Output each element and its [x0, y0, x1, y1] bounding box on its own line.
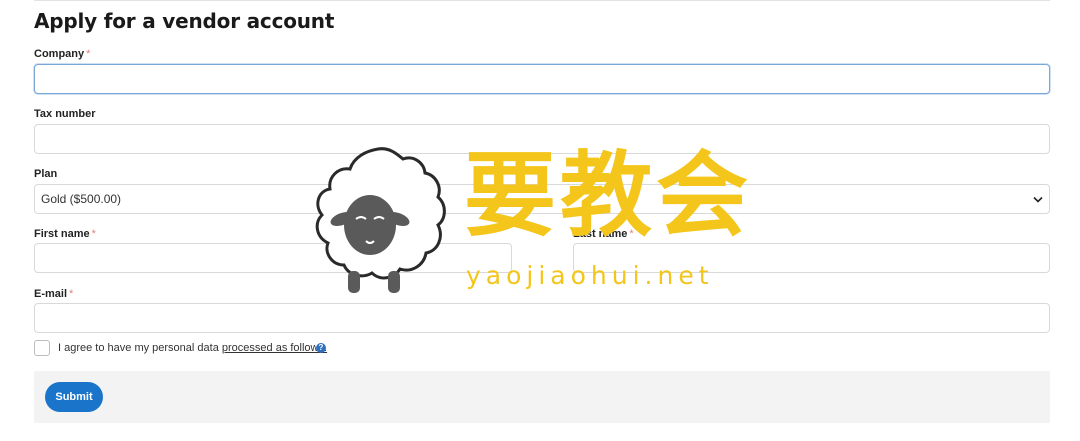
top-divider	[34, 0, 1050, 1]
agree-text-label: I agree to have my personal data	[58, 342, 219, 354]
required-marker: *	[629, 228, 634, 240]
submit-button[interactable]: Submit	[45, 382, 103, 412]
first-name-label: First name *	[34, 228, 96, 240]
tax-number-label: Tax number	[34, 108, 96, 120]
email-label-text: E-mail	[34, 288, 68, 300]
plan-selected-value: Gold ($500.00)	[41, 192, 122, 206]
sheep-icon	[315, 147, 446, 293]
page-title: Apply for a vendor account	[34, 9, 335, 33]
agree-checkbox[interactable]	[34, 340, 50, 356]
last-name-label: Last name *	[573, 228, 634, 240]
tax-number-label-text: Tax number	[34, 108, 96, 120]
form-footer	[34, 371, 1050, 423]
required-marker: *	[91, 228, 96, 240]
first-name-input[interactable]	[34, 243, 512, 273]
email-label: E-mail *	[34, 288, 73, 300]
company-label: Company *	[34, 48, 90, 60]
last-name-label-text: Last name	[573, 228, 628, 240]
plan-select[interactable]: Gold ($500.00)	[34, 184, 1050, 214]
chevron-down-icon	[1033, 185, 1043, 213]
company-input[interactable]	[34, 64, 1050, 94]
watermark: 要教会 yaojiaohui.net	[308, 145, 758, 305]
required-marker: *	[86, 48, 91, 60]
info-icon[interactable]: ?	[316, 343, 326, 353]
required-marker: *	[69, 288, 74, 300]
tax-number-input[interactable]	[34, 124, 1050, 154]
company-label-text: Company	[34, 48, 85, 60]
first-name-label-text: First name	[34, 228, 90, 240]
plan-label: Plan	[34, 168, 57, 180]
plan-label-text: Plan	[34, 168, 58, 180]
email-input[interactable]	[34, 303, 1050, 333]
privacy-policy-link[interactable]: processed as follows.	[222, 342, 327, 354]
agree-text: I agree to have my personal data process…	[58, 342, 327, 354]
last-name-input[interactable]	[573, 243, 1050, 273]
